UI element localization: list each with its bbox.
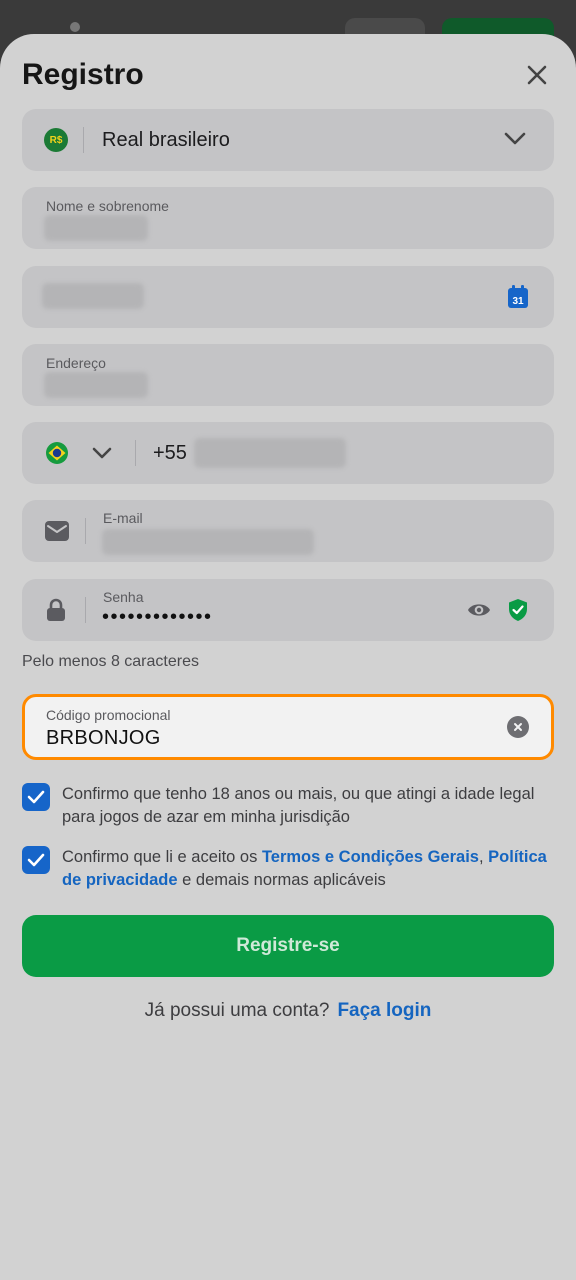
- password-hint: Pelo menos 8 caracteres: [22, 653, 199, 670]
- password-field-label: Senha: [103, 589, 144, 605]
- terms-comma: ,: [478, 848, 484, 866]
- clear-promo-button[interactable]: [507, 716, 529, 738]
- name-field[interactable]: Nome e sobrenome: [22, 187, 554, 249]
- register-button[interactable]: Registre-se: [22, 915, 554, 977]
- registration-sheet: Registro R$ Real brasileiro Nome e sobre…: [0, 34, 576, 1280]
- lock-icon: [47, 598, 65, 621]
- currency-label: Real brasileiro: [102, 129, 230, 151]
- terms-text-before: Confirmo que li e aceito os: [62, 848, 262, 866]
- phone-value-redacted: [194, 438, 346, 468]
- address-field[interactable]: Endereço: [22, 344, 554, 406]
- check-icon: [27, 790, 45, 804]
- mail-icon: [45, 521, 69, 541]
- promo-code-label: Código promocional: [46, 707, 171, 723]
- email-value-redacted: [102, 529, 314, 555]
- promo-code-value: BRBONJOG: [46, 727, 161, 749]
- terms-consent-text: Confirmo que li e aceito os Termos e Con…: [62, 846, 554, 892]
- promo-code-field[interactable]: Código promocional BRBONJOG: [22, 694, 554, 760]
- calendar-day: 31: [512, 296, 524, 307]
- birthdate-value-redacted: [42, 283, 144, 309]
- close-icon: [527, 65, 547, 85]
- shield-check-icon: [509, 599, 527, 621]
- divider: [85, 597, 86, 623]
- age-consent-checkbox[interactable]: [22, 783, 50, 811]
- name-value-redacted: [44, 215, 148, 241]
- calendar-icon[interactable]: 31: [507, 285, 529, 309]
- close-button[interactable]: [520, 58, 554, 92]
- country-chevron-down-icon[interactable]: [92, 446, 112, 460]
- check-icon: [27, 853, 45, 867]
- country-code: +55: [153, 442, 187, 464]
- clear-icon: [514, 723, 522, 731]
- login-prompt-text: Já possui uma conta?: [144, 1000, 330, 1021]
- chevron-down-icon: [504, 132, 526, 145]
- password-value: •••••••••••••: [102, 606, 213, 628]
- login-link[interactable]: Faça login: [337, 1000, 431, 1021]
- terms-consent-row: Confirmo que li e aceito os Termos e Con…: [22, 846, 554, 894]
- eye-icon[interactable]: [467, 601, 491, 619]
- page-title: Registro: [22, 58, 144, 91]
- background-dot: [70, 22, 80, 32]
- terms-consent-checkbox[interactable]: [22, 846, 50, 874]
- age-consent-row: Confirmo que tenho 18 anos ou mais, ou q…: [22, 783, 554, 831]
- age-consent-text: Confirmo que tenho 18 anos ou mais, ou q…: [62, 785, 535, 826]
- currency-badge: R$: [44, 128, 68, 152]
- terms-text-after: e demais normas aplicáveis: [177, 871, 386, 889]
- divider: [85, 518, 86, 544]
- password-field[interactable]: Senha •••••••••••••: [22, 579, 554, 641]
- phone-field[interactable]: +55: [22, 422, 554, 484]
- currency-select[interactable]: R$ Real brasileiro: [22, 109, 554, 171]
- terms-link[interactable]: Termos e Condições Gerais: [262, 848, 479, 866]
- address-value-redacted: [44, 372, 148, 398]
- birthdate-field[interactable]: 31: [22, 266, 554, 328]
- brazil-flag-icon[interactable]: [46, 442, 68, 464]
- address-field-label: Endereço: [46, 355, 106, 371]
- email-field-label: E-mail: [103, 510, 143, 526]
- divider: [83, 127, 84, 153]
- email-field[interactable]: E-mail: [22, 500, 554, 562]
- divider: [135, 440, 136, 466]
- name-field-label: Nome e sobrenome: [46, 198, 169, 214]
- login-prompt-row: Já possui uma conta? Faça login: [0, 1000, 576, 1022]
